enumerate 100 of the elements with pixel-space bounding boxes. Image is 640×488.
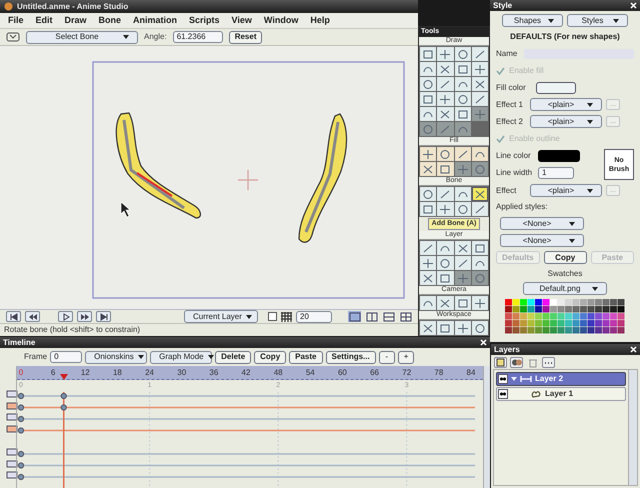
tool-button[interactable] <box>454 241 471 255</box>
tool-button[interactable] <box>420 77 436 91</box>
dropdown[interactable]: <plain> <box>530 115 602 128</box>
swatch-palette-drawing[interactable] <box>505 299 625 334</box>
checkbox[interactable] <box>496 134 505 142</box>
button[interactable]: Delete <box>215 350 252 364</box>
tool-button[interactable] <box>437 47 454 61</box>
tool-button[interactable] <box>454 77 471 91</box>
tool-button[interactable] <box>420 47 436 61</box>
close-icon[interactable] <box>480 339 487 346</box>
tool-button[interactable] <box>420 162 436 176</box>
input-field[interactable]: 1 <box>538 166 574 178</box>
dropdown[interactable]: Styles <box>567 14 628 27</box>
visibility-icon[interactable] <box>498 374 508 384</box>
playback-button[interactable] <box>58 311 73 322</box>
tool-button[interactable] <box>420 62 436 76</box>
keyframe[interactable] <box>18 392 24 400</box>
tool-button[interactable] <box>437 107 454 121</box>
input-field[interactable]: 20 <box>296 310 332 322</box>
tool-button[interactable] <box>454 321 471 335</box>
view-layout-button[interactable] <box>382 311 395 322</box>
keyframe[interactable] <box>18 450 24 458</box>
tool-button[interactable] <box>437 77 454 91</box>
tool-button[interactable] <box>437 202 454 216</box>
keyframe[interactable] <box>18 474 24 480</box>
tool-button[interactable] <box>420 202 436 216</box>
playback-button[interactable] <box>96 311 111 322</box>
keyframe[interactable] <box>18 416 24 422</box>
dropdown[interactable]: Graph Mode <box>150 350 212 364</box>
dropdown[interactable]: Default.png <box>523 282 607 295</box>
tool-button[interactable] <box>454 62 471 76</box>
keyframe[interactable] <box>60 392 67 400</box>
button[interactable]: + <box>398 350 414 364</box>
button[interactable]: Copy <box>544 251 587 264</box>
tool-button[interactable] <box>420 92 436 106</box>
keyframe[interactable] <box>18 404 24 411</box>
toolbar-button[interactable] <box>510 356 523 368</box>
dropdown[interactable]: <plain> <box>530 184 602 197</box>
tool-button[interactable] <box>437 92 454 106</box>
dropdown[interactable]: Select Bone <box>26 30 138 44</box>
keyframe[interactable] <box>18 427 24 434</box>
tool-button[interactable] <box>437 296 454 310</box>
tool-button[interactable] <box>420 187 436 201</box>
checkbox[interactable] <box>268 312 277 321</box>
tool-button[interactable] <box>437 256 454 270</box>
tool-button[interactable] <box>472 187 488 201</box>
tool-button[interactable] <box>420 241 436 255</box>
menu-item[interactable]: File <box>8 14 24 28</box>
tool-button[interactable] <box>472 321 488 335</box>
layer-row[interactable]: Layer 1 <box>496 387 626 401</box>
button[interactable]: Copy <box>254 350 286 364</box>
tool-button[interactable] <box>437 162 454 176</box>
expand-arrow-icon[interactable] <box>511 376 517 382</box>
scrollbar[interactable] <box>628 370 637 485</box>
tool-button[interactable] <box>472 241 488 255</box>
dropdown[interactable]: Current Layer <box>184 310 258 323</box>
dropdown[interactable]: <None> <box>500 217 584 230</box>
tool-button[interactable] <box>420 256 436 270</box>
tool-button[interactable] <box>437 321 454 335</box>
tool-button[interactable] <box>454 256 471 270</box>
tool-button[interactable] <box>420 271 436 285</box>
menu-item[interactable]: Animation <box>133 14 178 28</box>
playback-button[interactable] <box>6 311 21 322</box>
view-layout-button[interactable] <box>348 311 361 322</box>
tool-button[interactable] <box>454 47 471 61</box>
checkbox[interactable] <box>496 66 505 74</box>
menu-item[interactable]: Help <box>310 14 330 28</box>
dropdown[interactable]: Onionskins <box>85 350 148 364</box>
button[interactable]: - <box>378 350 395 364</box>
menu-item[interactable]: Edit <box>36 14 53 28</box>
tool-button[interactable] <box>437 241 454 255</box>
menu-item[interactable]: View <box>232 14 252 28</box>
tool-button[interactable] <box>437 271 454 285</box>
view-layout-button[interactable] <box>365 311 378 322</box>
dropdown[interactable]: Shapes <box>502 14 563 27</box>
menu-item[interactable]: Window <box>264 14 298 28</box>
tool-button[interactable] <box>454 187 471 201</box>
tool-button[interactable] <box>420 107 436 121</box>
tool-button[interactable] <box>454 296 471 310</box>
input-field[interactable]: 0 <box>50 351 82 363</box>
tool-button[interactable] <box>454 147 471 161</box>
tool-button[interactable] <box>454 92 471 106</box>
toolbar-button[interactable] <box>542 356 555 368</box>
tool-button[interactable] <box>437 62 454 76</box>
playhead-marker-icon[interactable] <box>60 374 68 380</box>
tool-button[interactable] <box>472 147 488 161</box>
tool-button[interactable] <box>472 62 488 76</box>
frame-ruler[interactable]: 0 6 12 18 24 30 36 42 48 54 60 66 72 78 84 <box>17 366 483 380</box>
tool-button[interactable] <box>454 107 471 121</box>
view-layout-button[interactable] <box>399 311 412 322</box>
tool-button[interactable] <box>472 92 488 106</box>
close-icon[interactable] <box>630 346 637 353</box>
menu-item[interactable]: Bone <box>98 14 122 28</box>
line-color-swatch[interactable] <box>538 150 580 162</box>
toolbar-button[interactable] <box>494 356 507 368</box>
dropdown[interactable]: <plain> <box>530 98 602 111</box>
visibility-icon[interactable] <box>498 389 508 399</box>
tool-button[interactable] <box>420 321 436 335</box>
button[interactable]: Paste <box>289 350 322 364</box>
tool-button[interactable] <box>437 147 454 161</box>
